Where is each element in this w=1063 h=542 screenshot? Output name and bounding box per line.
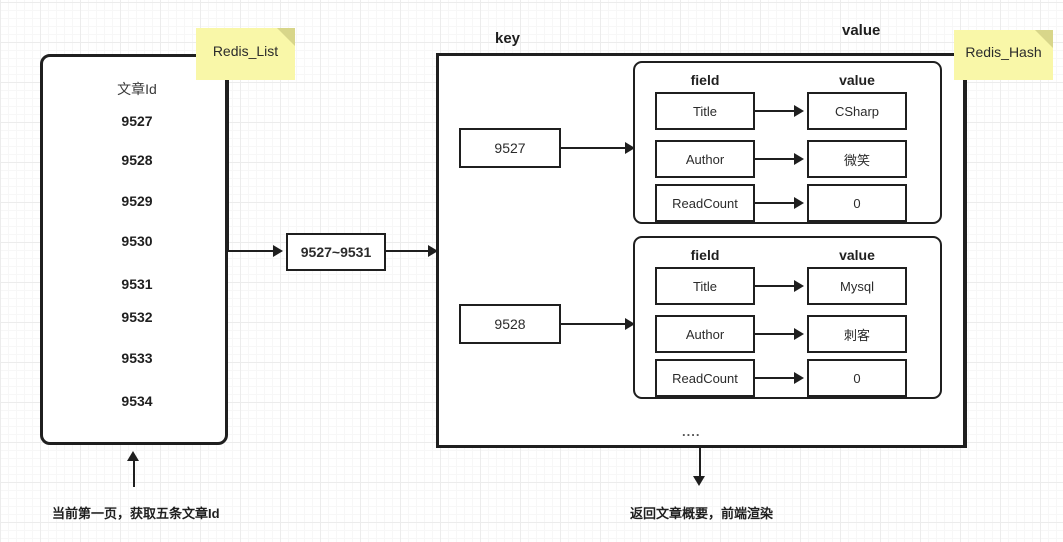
field-to-value-arrowhead (794, 197, 804, 209)
key-to-hash-line (561, 147, 629, 149)
hash-field-box[interactable]: Title (655, 92, 755, 130)
note-connector-line-list (227, 80, 229, 251)
list-caption-arrowhead (127, 451, 139, 461)
key-value: 9528 (494, 316, 526, 332)
field-to-value-line (755, 110, 797, 112)
container-caption: 返回文章概要，前端渲染 (630, 506, 774, 521)
hash-value-box[interactable]: 刺客 (807, 315, 907, 353)
hash-value-header: value (839, 247, 875, 263)
key-to-hash-line (561, 323, 629, 325)
list-item: ... (131, 432, 143, 448)
hash-value-header: value (839, 72, 875, 88)
note-connector-line-hash (965, 80, 967, 448)
id-range-box[interactable]: 9527~9531 (286, 233, 386, 271)
range-to-container-line (386, 250, 432, 252)
list-item[interactable]: 9531 (43, 276, 231, 292)
field-to-value-line (755, 377, 797, 379)
hash-field-box[interactable]: ReadCount (655, 359, 755, 397)
container-caption-arrowhead (693, 476, 705, 486)
list-item[interactable]: 9532 (43, 309, 231, 325)
key-column-label: key (495, 30, 521, 47)
hash-field-box[interactable]: ReadCount (655, 184, 755, 222)
list-item[interactable]: 9529 (43, 193, 231, 209)
list-to-range-line (227, 250, 275, 252)
list-item[interactable]: 9528 (43, 152, 231, 168)
list-item[interactable]: 9533 (43, 350, 231, 366)
hash-field-header: field (690, 247, 720, 263)
field-to-value-line (755, 333, 797, 335)
hash-value-box[interactable]: Mysql (807, 267, 907, 305)
sticky-note-label: Redis_List (212, 43, 279, 59)
id-range-label: 9527~9531 (300, 244, 372, 260)
list-caption-line (133, 460, 135, 487)
list-item[interactable]: 9534 (43, 393, 231, 409)
sticky-note-redis-hash[interactable]: Redis_Hash (954, 30, 1053, 80)
note-fold-icon (1035, 30, 1053, 48)
list-item[interactable]: 9527 (43, 113, 231, 129)
list-to-range-arrowhead (273, 245, 283, 257)
sticky-note-redis-list[interactable]: Redis_List (196, 28, 295, 80)
field-to-value-arrowhead (794, 280, 804, 292)
field-to-value-line (755, 285, 797, 287)
container-ellipsis: .... (682, 424, 701, 439)
field-to-value-arrowhead (794, 153, 804, 165)
value-column-label: value (842, 22, 881, 39)
note-fold-icon (277, 28, 295, 46)
field-to-value-line (755, 158, 797, 160)
list-caption: 当前第一页，获取五条文章Id (52, 506, 220, 521)
hash-block[interactable]: field value Title CSharp Author 微笑 ReadC… (633, 61, 942, 224)
key-box[interactable]: 9527 (459, 128, 561, 168)
list-item[interactable]: 9530 (43, 233, 231, 249)
field-to-value-arrowhead (794, 105, 804, 117)
hash-field-box[interactable]: Title (655, 267, 755, 305)
container-caption-line (699, 448, 701, 478)
redis-list-box[interactable]: 文章Id 9527 9528 9529 9530 9531 9532 9533 … (40, 54, 231, 448)
field-to-value-line (755, 202, 797, 204)
hash-field-header: field (690, 72, 720, 88)
hash-block[interactable]: field value Title Mysql Author 刺客 ReadCo… (633, 236, 942, 399)
hash-field-box[interactable]: Author (655, 315, 755, 353)
list-header-label: 文章Id (117, 81, 157, 97)
sticky-note-label: Redis_Hash (965, 44, 1042, 60)
diagram-canvas: 文章Id 9527 9528 9529 9530 9531 9532 9533 … (0, 0, 1063, 542)
key-box[interactable]: 9528 (459, 304, 561, 344)
hash-value-box[interactable]: 0 (807, 359, 907, 397)
field-to-value-arrowhead (794, 372, 804, 384)
key-value: 9527 (494, 140, 526, 156)
redis-hash-container[interactable]: 9527 field value Title CSharp Author 微笑 … (436, 53, 966, 448)
hash-value-box[interactable]: 0 (807, 184, 907, 222)
hash-field-box[interactable]: Author (655, 140, 755, 178)
hash-value-box[interactable]: CSharp (807, 92, 907, 130)
hash-value-box[interactable]: 微笑 (807, 140, 907, 178)
field-to-value-arrowhead (794, 328, 804, 340)
